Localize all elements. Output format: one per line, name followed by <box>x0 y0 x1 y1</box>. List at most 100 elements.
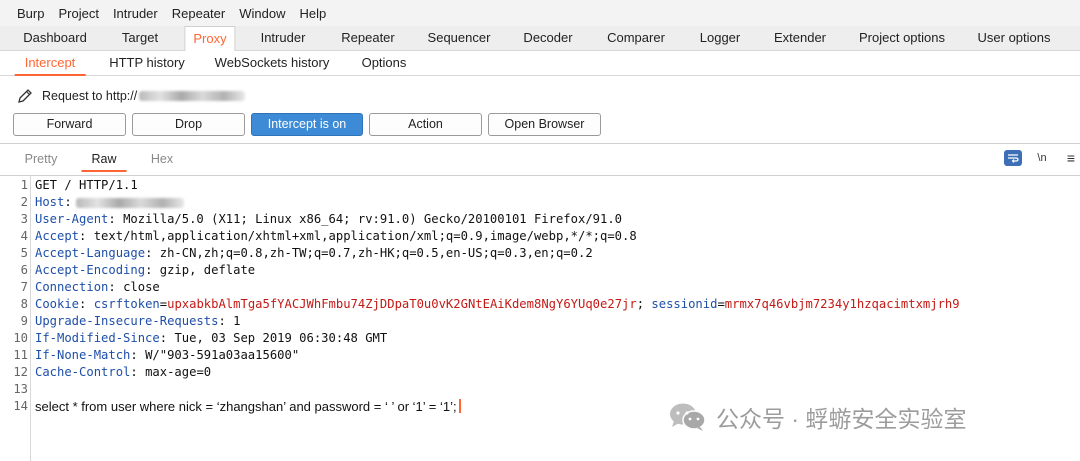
tab-repeater[interactable]: Repeater <box>333 26 402 51</box>
header-key: Accept-Language <box>35 246 146 260</box>
code-line: 9 Upgrade-Insecure-Requests: 1 <box>0 313 241 330</box>
drop-button[interactable]: Drop <box>132 113 245 136</box>
cookie-value: upxabkbAlmTga5fYACJWhFmbu74ZjDDpaT0u0vK2… <box>167 297 637 311</box>
header-value: W/"903-591a03aa15600" <box>145 348 300 362</box>
line-number: 11 <box>13 348 28 362</box>
code-line: 8 Cookie: csrftoken=upxabkbAlmTga5fYACJWh… <box>0 296 960 313</box>
menu-window[interactable]: Window <box>232 6 292 21</box>
code-line: 14 select * from user where nick = ‘zhang… <box>0 398 461 415</box>
forward-button[interactable]: Forward <box>13 113 126 136</box>
intercept-toggle-button[interactable]: Intercept is on <box>251 113 363 136</box>
header-value: max-age=0 <box>145 365 212 379</box>
text-caret <box>458 399 461 413</box>
code-line: 3 User-Agent: Mozilla/5.0 (X11; Linux x86… <box>0 211 622 228</box>
tab-target[interactable]: Target <box>114 26 166 51</box>
line-number: 4 <box>20 229 28 243</box>
line-number: 8 <box>20 297 28 311</box>
sql-injection-payload: select * from user where nick = ‘zhangsh… <box>35 399 457 414</box>
main-tab-bar: Dashboard Target Proxy Intruder Repeater… <box>0 26 1080 52</box>
wechat-icon <box>670 403 706 431</box>
tab-hex[interactable]: Hex <box>141 148 183 172</box>
tab-sequencer[interactable]: Sequencer <box>420 26 499 51</box>
line-number: 14 <box>13 399 28 413</box>
watermark-text: 公众号 · 蜉蝣安全实验室 <box>716 406 967 432</box>
code-line: 2 Host: <box>0 194 184 211</box>
line-number: 7 <box>20 280 28 294</box>
request-target-label: Request to http:// <box>42 89 138 103</box>
editor-tab-bar: Pretty Raw Hex <box>0 148 1080 172</box>
menu-project[interactable]: Project <box>51 6 105 21</box>
header-key: Accept-Encoding <box>35 263 146 277</box>
line-number: 10 <box>13 331 28 345</box>
panel-divider <box>0 143 1080 144</box>
header-key: Upgrade-Insecure-Requests <box>35 314 219 328</box>
header-value: 1 <box>233 314 241 328</box>
menu-bar: Burp Project Intruder Repeater Window He… <box>0 0 1080 26</box>
tab-project-options[interactable]: Project options <box>851 26 953 51</box>
redacted-host <box>139 91 246 101</box>
code-line: 11 If-None-Match: W/"903-591a03aa15600" <box>0 347 299 364</box>
header-key: Cache-Control <box>35 365 131 379</box>
pencil-icon <box>18 89 32 103</box>
tab-extender[interactable]: Extender <box>766 26 834 51</box>
cookie-value: mrmx7q46vbjm7234y1hzqacimtxmjrh9 <box>724 297 960 311</box>
code-line: 7 Connection: close <box>0 279 160 296</box>
header-key: Accept <box>35 229 80 243</box>
editor-menu-icon[interactable]: ≡ <box>1062 150 1080 166</box>
menu-repeater[interactable]: Repeater <box>165 6 232 21</box>
header-key: User-Agent <box>35 212 109 226</box>
open-browser-button[interactable]: Open Browser <box>488 113 601 136</box>
menu-burp[interactable]: Burp <box>10 6 51 21</box>
header-key: If-Modified-Since <box>35 331 160 345</box>
tab-logger[interactable]: Logger <box>692 26 748 51</box>
tab-pretty[interactable]: Pretty <box>15 148 68 172</box>
line-number: 6 <box>20 263 28 277</box>
header-value: zh-CN,zh;q=0.8,zh-TW;q=0.7,zh-HK;q=0.5,e… <box>159 246 593 260</box>
header-value: Tue, 03 Sep 2019 06:30:48 GMT <box>174 331 388 345</box>
word-wrap-icon[interactable] <box>1004 150 1022 166</box>
tab-user-options[interactable]: User options <box>970 26 1059 51</box>
request-line: GET / HTTP/1.1 <box>35 178 138 192</box>
tab-decoder[interactable]: Decoder <box>515 26 580 51</box>
header-key: Host <box>35 195 65 209</box>
line-number: 2 <box>20 195 28 209</box>
code-line: 10 If-Modified-Since: Tue, 03 Sep 2019 06… <box>0 330 387 347</box>
line-number: 5 <box>20 246 28 260</box>
subtab-options[interactable]: Options <box>352 51 417 76</box>
cookie-name: sessionid <box>651 297 718 311</box>
tab-intruder[interactable]: Intruder <box>253 26 314 51</box>
header-value: Mozilla/5.0 (X11; Linux x86_64; rv:91.0)… <box>123 212 623 226</box>
newline-toggle-icon[interactable]: \n <box>1033 150 1051 166</box>
line-number: 1 <box>20 178 28 192</box>
header-value: close <box>123 280 160 294</box>
line-number: 13 <box>13 382 28 396</box>
menu-intruder[interactable]: Intruder <box>106 6 165 21</box>
code-line: 12 Cache-Control: max-age=0 <box>0 364 211 381</box>
line-number: 12 <box>13 365 28 379</box>
tab-comparer[interactable]: Comparer <box>599 26 673 51</box>
tab-dashboard[interactable]: Dashboard <box>15 26 95 51</box>
code-line: 1 GET / HTTP/1.1 <box>0 177 138 194</box>
tab-proxy[interactable]: Proxy <box>184 26 236 52</box>
subtab-intercept[interactable]: Intercept <box>14 51 86 76</box>
tab-raw[interactable]: Raw <box>81 148 127 172</box>
proxy-sub-tab-bar: Intercept HTTP history WebSockets histor… <box>0 51 1080 76</box>
code-line: 13 <box>0 381 28 398</box>
subtab-http-history[interactable]: HTTP history <box>99 51 195 76</box>
line-number: 3 <box>20 212 28 226</box>
header-key: Cookie <box>35 297 80 311</box>
code-line: 5 Accept-Language: zh-CN,zh;q=0.8,zh-TW;q… <box>0 245 593 262</box>
action-button[interactable]: Action <box>369 113 482 136</box>
header-key: If-None-Match <box>35 348 131 362</box>
cookie-name: csrftoken <box>93 297 160 311</box>
request-target: Request to http:// <box>16 86 246 106</box>
code-line: 6 Accept-Encoding: gzip, deflate <box>0 262 255 279</box>
subtab-websockets-history[interactable]: WebSockets history <box>205 51 340 76</box>
watermark: 公众号 · 蜉蝣安全实验室 <box>668 400 966 434</box>
header-key: Connection <box>35 280 109 294</box>
menu-help[interactable]: Help <box>292 6 333 21</box>
redacted-host-value <box>75 197 184 208</box>
gutter-divider <box>30 176 31 461</box>
header-value: gzip, deflate <box>159 263 256 277</box>
header-value: text/html,application/xhtml+xml,applicat… <box>93 229 637 243</box>
